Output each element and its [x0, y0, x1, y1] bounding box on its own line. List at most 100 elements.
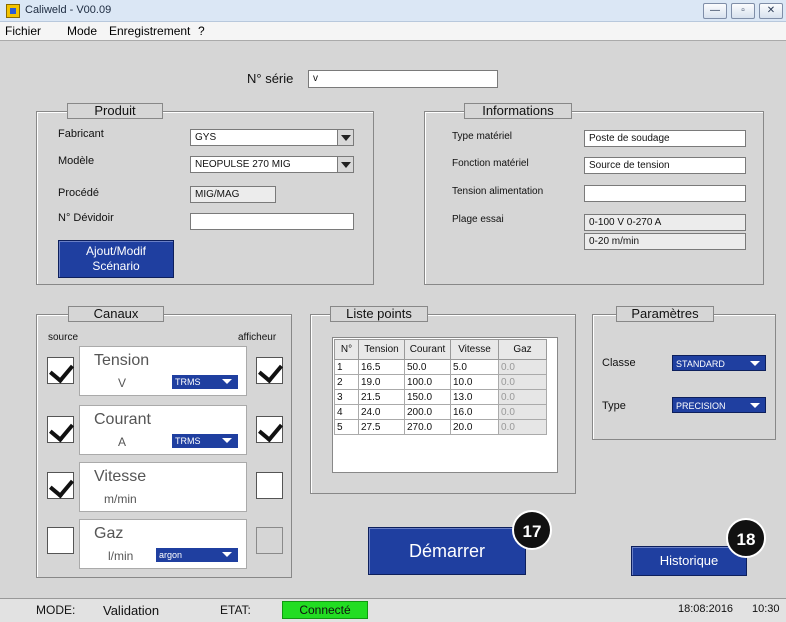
- fabricant-label: Fabricant: [58, 128, 104, 140]
- produit-title: Produit: [67, 103, 163, 119]
- type-label: Type: [602, 400, 626, 412]
- scenario-label-1: Ajout/Modif: [85, 244, 147, 258]
- classe-label: Classe: [602, 357, 636, 369]
- cell[interactable]: 24.0: [358, 404, 405, 420]
- procede-label: Procédé: [58, 187, 99, 199]
- table-row[interactable]: 4 24.0 200.0 16.0 0.0: [334, 404, 547, 420]
- vitesse-unit: m/min: [104, 492, 137, 506]
- col-n: N°: [334, 339, 359, 360]
- callout-badge-18: 18: [726, 518, 766, 558]
- parametres-group: [592, 314, 776, 440]
- cell[interactable]: 5.0: [450, 359, 499, 375]
- table-row[interactable]: 1 16.5 50.0 5.0 0.0: [334, 359, 547, 375]
- devidoir-label: N° Dévidoir: [58, 212, 114, 224]
- modele-label: Modèle: [58, 155, 95, 167]
- status-time: 10:30: [752, 603, 780, 615]
- fonction-materiel-label: Fonction matériel: [452, 158, 529, 169]
- chevron-down-icon[interactable]: [337, 130, 353, 145]
- table-row[interactable]: 3 21.5 150.0 13.0 0.0: [334, 389, 547, 405]
- type-materiel-field[interactable]: Poste de soudage: [584, 130, 746, 147]
- vitesse-source-checkbox[interactable]: [47, 472, 74, 499]
- app-icon: [6, 4, 20, 18]
- tension-name: Tension: [94, 352, 150, 369]
- menu-help[interactable]: ?: [198, 24, 205, 38]
- cell[interactable]: 21.5: [358, 389, 405, 405]
- courant-channel: Courant A TRMS: [79, 405, 247, 455]
- cell[interactable]: 16.5: [358, 359, 405, 375]
- window-title: Caliweld - V00.09: [25, 4, 112, 16]
- gaz-afficheur-checkbox[interactable]: [256, 527, 283, 554]
- col-vitesse: Vitesse: [450, 339, 499, 360]
- gaz-source-checkbox[interactable]: [47, 527, 74, 554]
- courant-mode-select[interactable]: TRMS: [172, 434, 238, 448]
- cell: 0.0: [498, 359, 547, 375]
- fonction-materiel-field[interactable]: Source de tension: [584, 157, 746, 174]
- type-materiel-label: Type matériel: [452, 131, 513, 142]
- tension-unit: V: [118, 376, 127, 390]
- tension-mode-select[interactable]: TRMS: [172, 375, 238, 389]
- fabricant-select[interactable]: GYS: [190, 129, 354, 146]
- courant-name: Courant: [94, 411, 151, 428]
- source-label: source: [48, 332, 79, 343]
- tension-alim-field[interactable]: [584, 185, 746, 202]
- gaz-channel: Gaz l/min argon: [79, 519, 247, 569]
- classe-select[interactable]: STANDARD: [672, 355, 766, 371]
- courant-source-checkbox[interactable]: [47, 416, 74, 443]
- cell[interactable]: 50.0: [404, 359, 451, 375]
- gaz-type-select[interactable]: argon: [156, 548, 238, 562]
- cell[interactable]: 27.5: [358, 419, 405, 435]
- points-table[interactable]: N° Tension Courant Vitesse Gaz 1 16.5 50…: [334, 339, 547, 435]
- minimize-button[interactable]: —: [703, 3, 727, 19]
- liste-points-title: Liste points: [330, 306, 428, 322]
- menu-enregistrement[interactable]: Enregistrement: [109, 24, 190, 38]
- afficheur-label: afficheur: [238, 332, 277, 343]
- table-row[interactable]: 5 27.5 270.0 20.0 0.0: [334, 419, 547, 435]
- type-select[interactable]: PRECISION: [672, 397, 766, 413]
- menu-mode[interactable]: Mode: [67, 24, 97, 38]
- cell: 0.0: [498, 404, 547, 420]
- plage-essai-value-1: 0-100 V 0-270 A: [584, 214, 746, 231]
- serie-label: N° série: [247, 71, 294, 86]
- modele-select[interactable]: NEOPULSE 270 MIG: [190, 156, 354, 173]
- vitesse-afficheur-checkbox[interactable]: [256, 472, 283, 499]
- devidoir-input[interactable]: [190, 213, 354, 230]
- courant-unit: A: [118, 435, 127, 449]
- table-row[interactable]: 2 19.0 100.0 10.0 0.0: [334, 374, 547, 390]
- cell[interactable]: 270.0: [404, 419, 451, 435]
- scenario-button[interactable]: Ajout/Modif Scénario: [58, 240, 174, 278]
- status-bar: MODE: Validation ETAT: Connecté 18:08:20…: [0, 598, 786, 622]
- callout-badge-17: 17: [512, 510, 552, 550]
- cell: 1: [334, 359, 359, 375]
- cell[interactable]: 13.0: [450, 389, 499, 405]
- title-bar: Caliweld - V00.09 — ▫ ✕: [0, 0, 786, 22]
- menu-bar: Fichier Mode Enregistrement ?: [0, 22, 786, 40]
- vitesse-name: Vitesse: [94, 468, 147, 485]
- cell[interactable]: 150.0: [404, 389, 451, 405]
- courant-afficheur-checkbox[interactable]: [256, 416, 283, 443]
- chevron-down-icon[interactable]: [337, 157, 353, 172]
- serie-input[interactable]: v: [308, 70, 498, 88]
- cell: 0.0: [498, 419, 547, 435]
- cell[interactable]: 16.0: [450, 404, 499, 420]
- cell[interactable]: 200.0: [404, 404, 451, 420]
- cell[interactable]: 100.0: [404, 374, 451, 390]
- close-button[interactable]: ✕: [759, 3, 783, 19]
- cell: 4: [334, 404, 359, 420]
- cell[interactable]: 20.0: [450, 419, 499, 435]
- menu-fichier[interactable]: Fichier: [5, 24, 41, 38]
- demarrer-button[interactable]: Démarrer: [368, 527, 526, 575]
- gaz-unit: l/min: [108, 549, 134, 563]
- cell[interactable]: 19.0: [358, 374, 405, 390]
- gaz-name: Gaz: [94, 525, 124, 542]
- plage-essai-label: Plage essai: [452, 214, 504, 225]
- fabricant-value: GYS: [195, 132, 217, 143]
- tension-source-checkbox[interactable]: [47, 357, 74, 384]
- tension-afficheur-checkbox[interactable]: [256, 357, 283, 384]
- table-header-row: N° Tension Courant Vitesse Gaz: [334, 339, 547, 360]
- maximize-button[interactable]: ▫: [731, 3, 755, 19]
- informations-title: Informations: [464, 103, 572, 119]
- col-gaz: Gaz: [498, 339, 547, 360]
- cell[interactable]: 10.0: [450, 374, 499, 390]
- mode-label: MODE:: [36, 603, 76, 617]
- tension-channel: Tension V TRMS: [79, 346, 247, 396]
